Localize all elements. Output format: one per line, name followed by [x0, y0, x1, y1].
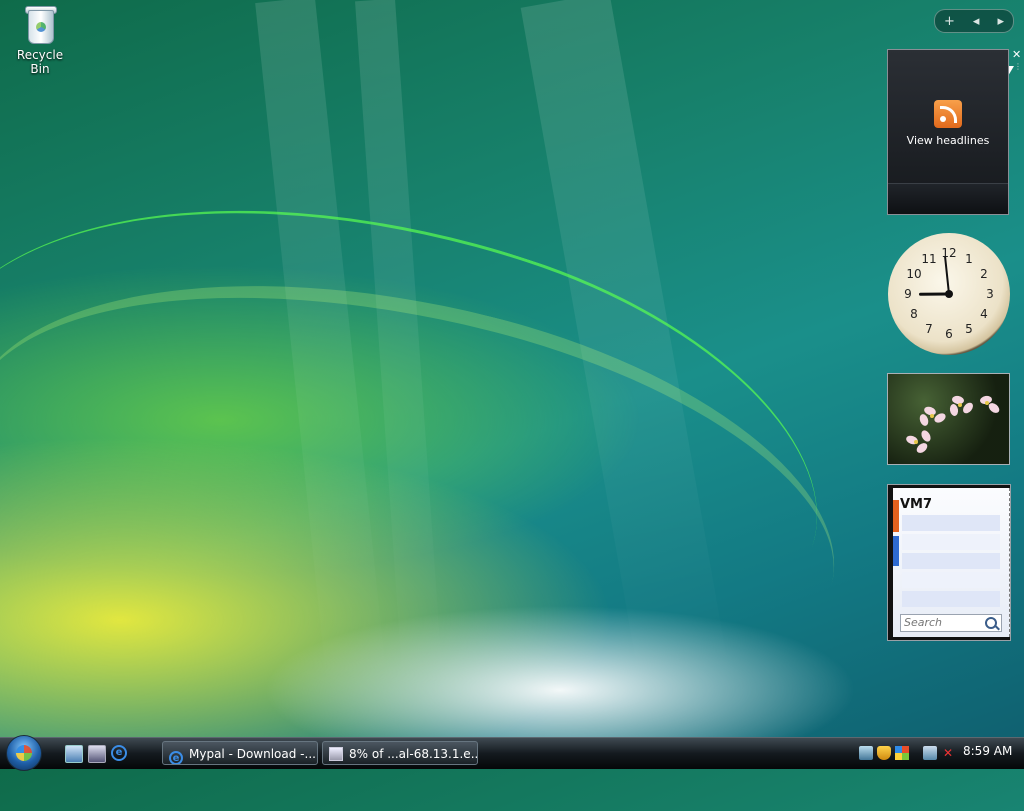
taskbar: e e Mypal - Download -... 8% of ...al-68.… — [0, 735, 1024, 771]
quick-launch-ie[interactable]: e — [111, 745, 127, 761]
list-item[interactable] — [902, 572, 1000, 588]
feed-headlines-gadget[interactable]: View headlines — [887, 49, 1009, 215]
list-item[interactable] — [902, 553, 1000, 569]
clock-number: 9 — [904, 287, 912, 301]
taskbar-button-label: 8% of ...al-68.13.1.e... — [349, 747, 478, 761]
taskbar-button-label: Mypal - Download -... — [189, 747, 316, 761]
clock-center-pin — [945, 290, 953, 298]
notes-sheet: VM7 Search — [893, 488, 1010, 637]
clock-number: 2 — [980, 267, 988, 281]
sidebar-controls: + ◂ ▸ — [934, 9, 1014, 33]
notes-page-edge — [1007, 488, 1010, 637]
list-item[interactable] — [902, 515, 1000, 531]
notes-title: VM7 — [900, 497, 933, 512]
clock-number: 11 — [921, 252, 937, 266]
desktop-icon-recycle-bin[interactable]: Recycle Bin — [6, 4, 74, 76]
notes-gadget[interactable]: VM7 Search — [887, 484, 1011, 641]
network-icon[interactable] — [859, 746, 873, 760]
gadget-close-button[interactable]: ✕ — [1012, 48, 1024, 62]
start-button[interactable] — [6, 735, 42, 771]
clock-number: 12 — [941, 246, 957, 260]
slideshow-gadget[interactable] — [887, 373, 1010, 465]
list-item[interactable] — [902, 591, 1000, 607]
feed-footer — [888, 183, 1008, 214]
clock-number: 3 — [986, 287, 994, 301]
desktop-icon-label: Recycle Bin — [16, 48, 64, 76]
notes-search-input[interactable]: Search — [900, 614, 1002, 632]
clock-number: 5 — [965, 322, 973, 336]
security-shield-icon[interactable] — [877, 746, 891, 760]
list-item[interactable] — [902, 534, 1000, 550]
switch-windows-icon[interactable] — [88, 745, 106, 763]
clock-gadget[interactable]: 12 1 2 3 4 5 6 7 8 9 10 11 — [888, 233, 1010, 355]
clock-number: 6 — [945, 327, 953, 341]
download-window-icon — [329, 747, 343, 761]
windows-logo-icon — [16, 745, 32, 761]
internet-explorer-icon: e — [111, 745, 127, 761]
notes-tab-orange[interactable] — [893, 500, 899, 532]
browser-icon: e — [169, 751, 183, 764]
windows-flag-icon[interactable] — [895, 746, 909, 760]
rss-icon — [934, 100, 962, 128]
taskbar-button-mypal[interactable]: e Mypal - Download -... — [162, 741, 318, 765]
clock-number: 8 — [910, 307, 918, 321]
previous-page-button[interactable]: ◂ — [973, 14, 980, 29]
search-icon[interactable] — [985, 617, 997, 629]
gadget-drag-handle[interactable]: ⋮ — [1014, 63, 1022, 74]
network-connection-icon[interactable] — [923, 746, 937, 760]
notes-tab-blue[interactable] — [893, 536, 899, 566]
volume-muted-icon[interactable]: ✕ — [941, 746, 955, 760]
taskbar-clock[interactable]: 8:59 AM — [963, 744, 1012, 758]
show-desktop-icon[interactable] — [65, 745, 83, 763]
add-gadget-button[interactable]: + — [944, 14, 955, 29]
recycle-bin-icon — [23, 4, 57, 44]
search-placeholder: Search — [904, 616, 943, 629]
taskbar-button-download[interactable]: 8% of ...al-68.13.1.e... — [322, 741, 478, 765]
next-page-button[interactable]: ▸ — [997, 14, 1004, 29]
wallpaper-wave — [0, 199, 875, 795]
view-headlines-label: View headlines — [906, 134, 990, 147]
